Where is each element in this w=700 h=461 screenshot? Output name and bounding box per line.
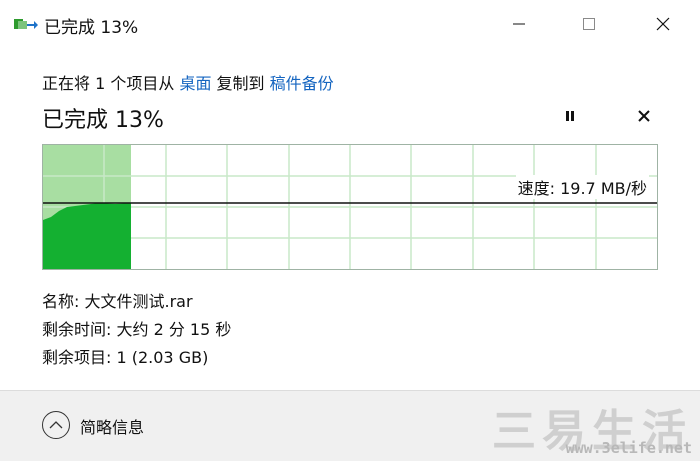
close-icon bbox=[638, 110, 650, 122]
progress-heading: 已完成 13% bbox=[42, 108, 164, 133]
close-window-button[interactable] bbox=[644, 8, 682, 40]
transfer-speed-graph: 速度: 19.7 MB/秒 bbox=[42, 144, 658, 270]
minimize-button[interactable] bbox=[500, 8, 538, 40]
description-prefix: 正在将 1 个项目从 bbox=[42, 74, 180, 93]
items-remaining: 剩余项目: 1 (2.03 GB) bbox=[42, 348, 209, 367]
pause-button[interactable] bbox=[556, 104, 584, 128]
destination-folder-link[interactable]: 稿件备份 bbox=[270, 74, 334, 93]
source-folder-link[interactable]: 桌面 bbox=[179, 74, 211, 93]
window-title: 已完成 13% bbox=[44, 18, 139, 38]
speed-label: 速度: 19.7 MB/秒 bbox=[515, 175, 649, 199]
fewer-details-label[interactable]: 简略信息 bbox=[80, 414, 144, 438]
copy-files-icon bbox=[14, 16, 38, 32]
graph-grid bbox=[43, 145, 657, 269]
time-remaining: 剩余时间: 大约 2 分 15 秒 bbox=[42, 320, 232, 339]
watermark-url: www.3elife.net bbox=[565, 439, 692, 457]
footer-bar: 简略信息 三易生活 www.3elife.net bbox=[0, 390, 700, 461]
cancel-transfer-button[interactable] bbox=[630, 104, 658, 128]
watermark-logo: 三易生活 www.3elife.net bbox=[472, 395, 692, 459]
description-middle: 复制到 bbox=[211, 74, 270, 93]
collapse-details-button[interactable] bbox=[42, 411, 70, 439]
chevron-up-icon bbox=[49, 421, 63, 429]
transfer-description: 正在将 1 个项目从 桌面 复制到 稿件备份 bbox=[42, 70, 334, 94]
title-bar: 已完成 13% bbox=[0, 0, 700, 48]
file-name: 名称: 大文件测试.rar bbox=[42, 292, 193, 311]
maximize-button[interactable] bbox=[570, 8, 608, 40]
pause-icon bbox=[566, 111, 574, 121]
